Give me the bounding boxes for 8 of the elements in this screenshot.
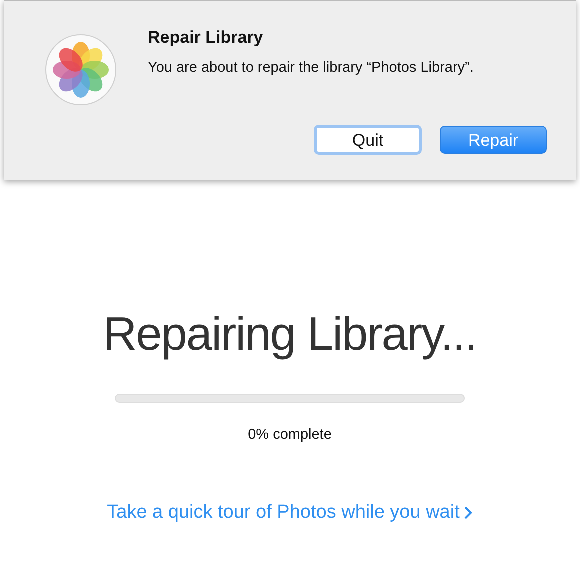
progress-status: 0% complete <box>248 426 332 445</box>
repair-button[interactable]: Repair <box>440 126 547 154</box>
tour-link[interactable]: Take a quick tour of Photos while you wait <box>107 498 473 528</box>
dialog-message: You are about to repair the library “Photos Library”. <box>148 59 474 78</box>
chevron-icon <box>464 506 473 520</box>
quit-button[interactable]: Quit <box>314 125 422 155</box>
dialog-title: Repair Library <box>148 27 264 49</box>
flower-icon <box>45 34 117 106</box>
